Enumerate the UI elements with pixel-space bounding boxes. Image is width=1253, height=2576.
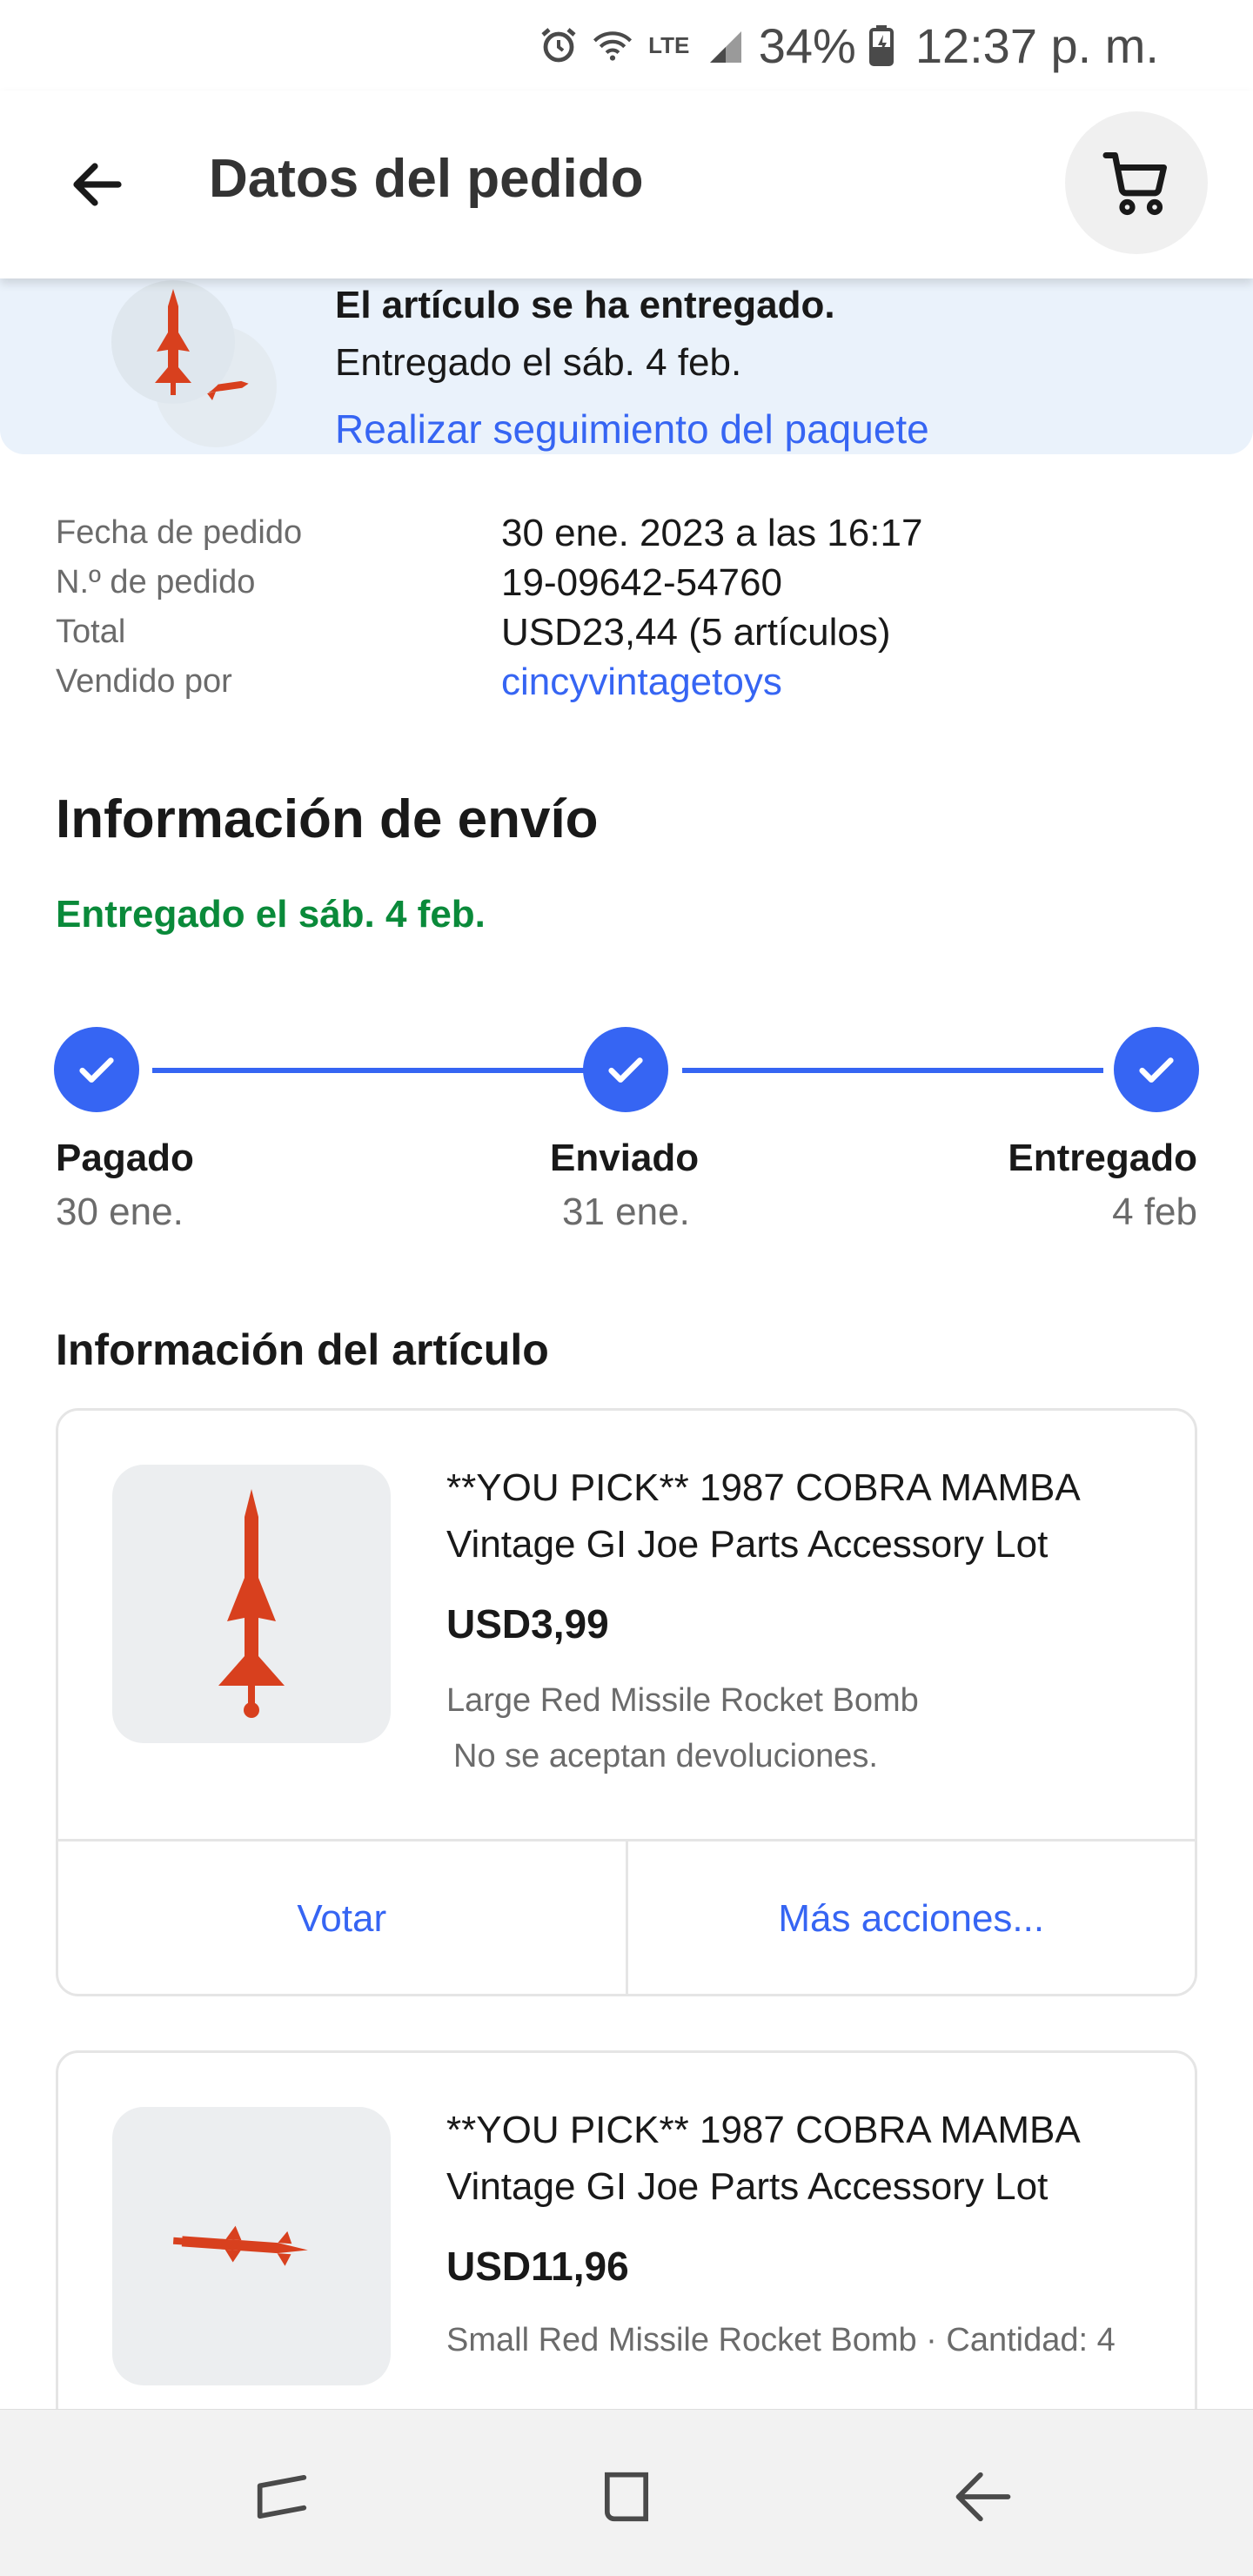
back-icon [955,2472,1011,2522]
lte-label: LTE [648,31,690,58]
item-name[interactable]: **YOU PICK** 1987 COBRA MAMBA Vintage GI… [446,1459,1169,1573]
item-image[interactable] [112,1465,391,1743]
delivery-banner: El artículo se ha entregado. Entregado e… [0,278,1253,454]
item-section-title: Información del artículo [56,1325,549,1374]
step-delivered-date: 4 feb [1112,1191,1197,1233]
shipping-section-title: Información de envío [56,789,599,849]
order-number-label: N.º de pedido [56,564,256,600]
progress-line-shipped-delivered [682,1068,1103,1073]
item-card: **YOU PICK** 1987 COBRA MAMBA Vintage GI… [56,1408,1197,1996]
order-date-row: Fecha de pedido 30 ene. 2023 a las 16:17 [56,508,1204,558]
large-missile-image [218,1489,285,1718]
item-variant: Small Red Missile Rocket Bomb · Cantidad… [446,2322,1116,2358]
large-missile-thumbnail [111,280,235,404]
step-paid-check-icon [54,1027,139,1112]
order-total-label: Total [56,614,126,650]
seller-link[interactable]: cincyvintagetoys [501,661,782,704]
home-icon [604,2472,649,2522]
status-time: 12:37 p. m. [915,17,1159,73]
seller-label: Vendido por [56,663,232,700]
banner-date: Entregado el sáb. 4 feb. [335,341,742,384]
item-image[interactable] [112,2107,391,2385]
order-number-row: N.º de pedido 19-09642-54760 [56,558,1204,607]
step-shipped-check-icon [583,1027,668,1112]
item-price: USD3,99 [446,1601,609,1647]
wifi-icon [592,24,633,66]
order-total-value: USD23,44 (5 artículos) [501,610,891,654]
item-return-policy: No se aceptan devoluciones. [453,1738,878,1774]
battery-icon [868,24,895,66]
order-total-row: Total USD23,44 (5 artículos) [56,607,1204,657]
alarm-icon [538,24,580,66]
app-bar: Datos del pedido [0,91,1253,278]
step-paid-date: 30 ene. [56,1191,184,1233]
item-name[interactable]: **YOU PICK** 1987 COBRA MAMBA Vintage GI… [446,2102,1169,2215]
back-button[interactable] [56,143,139,226]
order-date-value: 30 ene. 2023 a las 16:17 [501,511,923,554]
recent-apps-button[interactable] [238,2453,325,2540]
cart-button[interactable] [1065,111,1208,254]
arrow-left-icon [73,163,122,206]
shipping-status: Entregado el sáb. 4 feb. [56,893,486,936]
battery-percent: 34% [758,17,856,73]
step-shipped-label: Enviado [550,1137,700,1179]
order-number-value: 19-09642-54760 [501,560,782,604]
shipping-progress-tracker [54,1027,1199,1114]
banner-thumbnails [111,280,285,447]
vote-button[interactable]: Votar [58,1841,626,1994]
more-actions-button[interactable]: Más acciones... [625,1841,1196,1994]
page-title: Datos del pedido [209,149,644,209]
item-actions: Votar Más acciones... [58,1839,1196,1994]
small-missile-image [172,2225,308,2266]
step-delivered-label: Entregado [1008,1137,1197,1179]
recent-apps-icon [257,2474,307,2519]
status-icons: LTE 34% 12:37 p. m. [538,16,1159,75]
item-price: USD11,96 [446,2244,629,2289]
order-summary: Fecha de pedido 30 ene. 2023 a las 16:17… [56,508,1204,707]
home-button[interactable] [583,2453,670,2540]
order-date-label: Fecha de pedido [56,514,303,551]
status-bar: LTE 34% 12:37 p. m. [0,0,1253,91]
system-nav-bar [0,2409,1253,2576]
cart-icon [1102,152,1167,216]
step-shipped-date: 31 ene. [562,1191,690,1233]
step-paid-label: Pagado [56,1137,194,1179]
signal-icon [705,24,747,66]
banner-title: El artículo se ha entregado. [335,284,835,326]
nav-back-button[interactable] [940,2453,1027,2540]
progress-line-paid-shipped [152,1068,620,1073]
lte-icon: LTE [646,24,693,66]
track-package-link[interactable]: Realizar seguimiento del paquete [335,406,929,453]
item-variant: Large Red Missile Rocket Bomb [446,1682,919,1719]
step-delivered-check-icon [1114,1027,1199,1112]
seller-row: Vendido por cincyvintagetoys [56,657,1204,707]
